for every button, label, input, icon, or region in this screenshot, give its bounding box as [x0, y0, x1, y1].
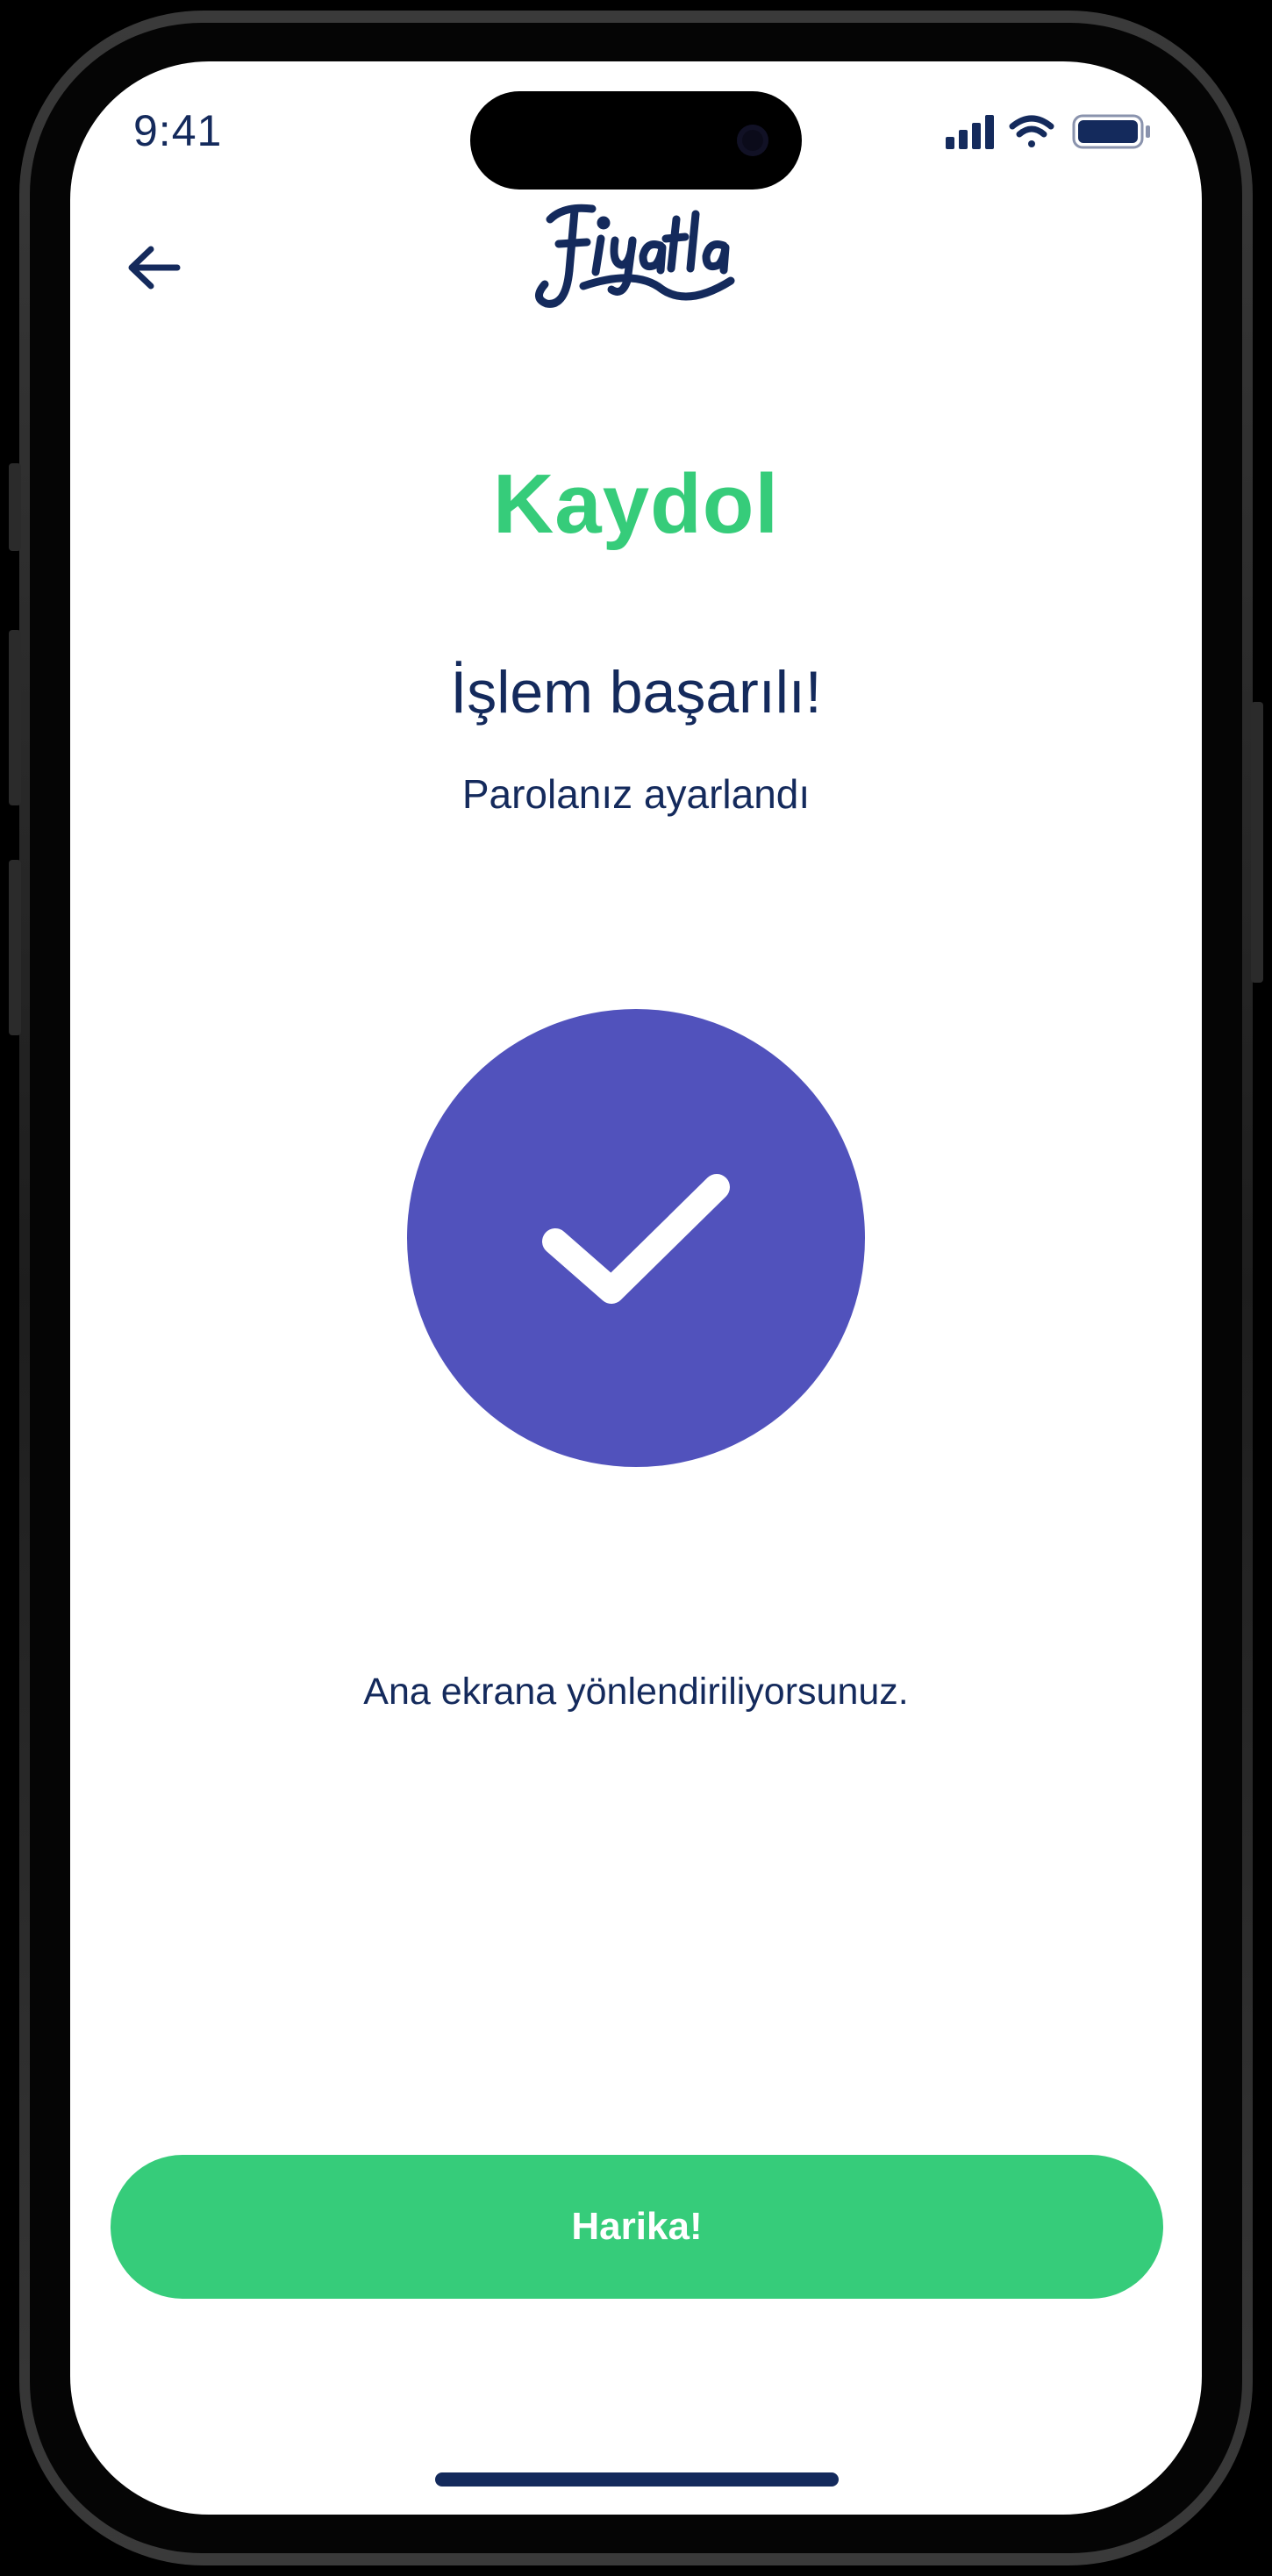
success-badge — [407, 1009, 865, 1467]
arrow-left-icon — [128, 246, 181, 290]
cellular-signal-icon — [946, 115, 994, 149]
success-subtitle: Parolanız ayarlandı — [461, 771, 811, 817]
status-time: 9:41 — [133, 106, 223, 155]
success-headline: İşlem başarılı! — [450, 659, 822, 726]
harika-button[interactable]: Harika! — [111, 2155, 1163, 2299]
redirect-message: Ana ekrana yönlendiriliyorsunuz. — [363, 1671, 909, 1713]
checkmark-icon — [542, 1174, 730, 1304]
home-indicator — [435, 2472, 839, 2487]
status-icons — [946, 112, 1156, 151]
device-frame: 9:41 Kaydol İşlem başarılı! Parolanız ay… — [0, 0, 1272, 2576]
dynamic-island — [470, 91, 802, 190]
volume-down-button — [9, 860, 21, 1035]
fiyatla-logo — [531, 193, 741, 325]
app-screen: 9:41 Kaydol İşlem başarılı! Parolanız ay… — [70, 61, 1202, 2515]
page-title: Kaydol — [492, 457, 780, 551]
wifi-icon — [1009, 115, 1054, 147]
power-button — [1251, 702, 1263, 983]
front-camera — [737, 125, 768, 156]
back-button[interactable] — [114, 228, 193, 307]
battery-icon — [1072, 114, 1150, 149]
action-button — [9, 463, 21, 551]
volume-up-button — [9, 630, 21, 805]
